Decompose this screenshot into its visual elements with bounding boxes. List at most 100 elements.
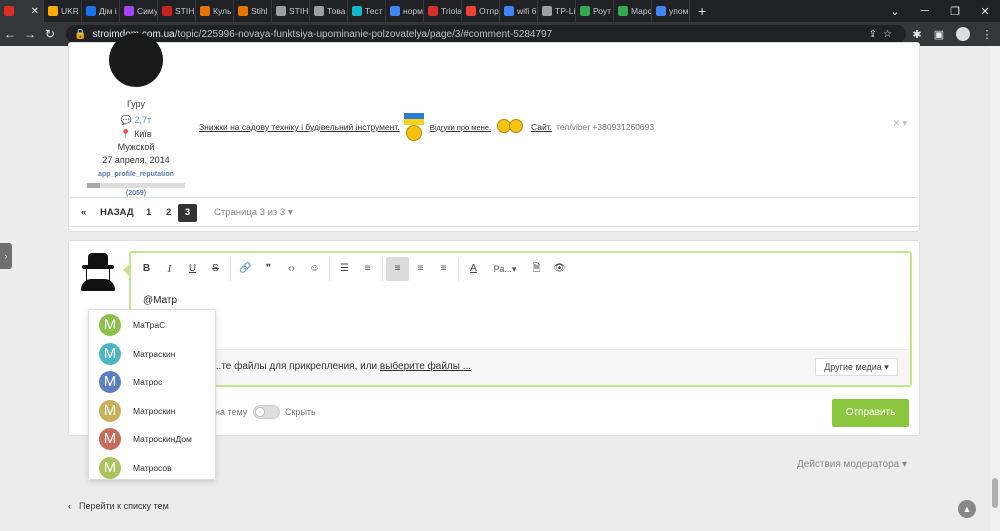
browser-tab[interactable]: STIH (272, 0, 310, 22)
close-window-button[interactable]: ✕ (970, 5, 1000, 18)
browser-tab[interactable]: Тест (348, 0, 386, 22)
reload-icon[interactable]: ↻ (40, 27, 60, 41)
signature-discount-link[interactable]: Знижки на садову техніку і будівельний і… (199, 122, 400, 132)
signature-close-icon[interactable]: ✕ ▾ (892, 118, 907, 129)
tab-favicon-icon (314, 6, 324, 16)
prev-arrow-link[interactable]: « (81, 198, 86, 228)
numbered-list-icon[interactable]: ≡ (356, 257, 379, 281)
browser-tab[interactable]: норм (386, 0, 424, 22)
align-center-icon[interactable]: ≡ (409, 257, 432, 281)
tab-favicon-icon (580, 6, 590, 16)
editor-content[interactable]: @Матр (143, 295, 177, 306)
share-star-icons[interactable]: ⇪☆ (869, 29, 898, 40)
browser-tab[interactable]: Triola (424, 0, 462, 22)
browser-tab[interactable]: упом (652, 0, 690, 22)
browser-tab[interactable]: wifi 6 (500, 0, 538, 22)
side-panel-toggle-icon[interactable]: › (0, 243, 12, 269)
minimize-button[interactable]: ─ (910, 5, 940, 18)
browser-tab[interactable]: Куль (196, 0, 234, 22)
bulleted-list-icon[interactable]: ☰ (333, 257, 356, 281)
font-size-dropdown[interactable]: Ра...▾ (485, 257, 525, 281)
moderator-actions-dropdown[interactable]: Действия модератора ▾ (797, 459, 907, 470)
underline-button[interactable]: U (181, 257, 204, 281)
tab-favicon-icon (390, 6, 400, 16)
code-icon[interactable]: ‹› (280, 257, 303, 281)
tab-favicon-icon (124, 6, 134, 16)
browser-tab[interactable]: Stihl (234, 0, 272, 22)
signature-reviews-link[interactable]: Відгуки про мене. (430, 123, 491, 132)
mention-suggestion[interactable]: M Матроскин (89, 397, 215, 425)
tab-search-icon[interactable]: ⌄ (880, 5, 910, 18)
document-preview-icon[interactable]: 🗎 (525, 257, 548, 281)
page-current-3[interactable]: 3 (178, 204, 197, 222)
back-to-topics-link[interactable]: ‹ Перейти к списку тем (68, 501, 169, 511)
italic-button[interactable]: I (158, 257, 181, 281)
rich-text-editor[interactable]: B I U S 🔗 ❞ ‹› ☺ ☰ ≡ ≡ ≡ ≡ A Ра...▾ 🗎 👁 … (123, 251, 912, 387)
mention-suggestion[interactable]: M МатроскинДом (89, 425, 215, 453)
hide-toggle[interactable] (253, 405, 280, 419)
bold-button[interactable]: B (135, 257, 158, 281)
menu-icon[interactable]: ⋮ (976, 28, 998, 41)
page-scrollbar[interactable] (990, 46, 1000, 531)
mention-avatar: M (99, 314, 121, 336)
page-jump-dropdown[interactable]: Страница 3 из 3 ▾ (214, 198, 293, 228)
browser-tab[interactable]: Роут (576, 0, 614, 22)
browser-tab[interactable]: TP-Li (538, 0, 576, 22)
back-icon[interactable]: ← (0, 27, 20, 41)
tab-strip: ✕ UKR Дім і Симу STIH Куль Stihl STIH Това Тест но… (0, 0, 690, 22)
window-controls: ⌄ ─ ❐ ✕ (880, 5, 1000, 18)
mention-suggestion[interactable]: M Матросов (89, 454, 215, 482)
attachment-hint-text: ...те файлы для прикрепления, или (213, 361, 380, 372)
new-tab-button[interactable]: + (690, 3, 714, 19)
submit-button[interactable]: Отправить (832, 399, 909, 427)
mention-suggestion[interactable]: M Матрос (89, 368, 215, 396)
browser-tab[interactable]: Марс (614, 0, 652, 22)
mention-suggestion[interactable]: M МаТраС (89, 311, 215, 339)
toolbar-divider (230, 257, 231, 281)
page-link-1[interactable]: 1 (146, 198, 151, 228)
sidebar-icon[interactable]: ▣ (928, 28, 950, 41)
forward-icon[interactable]: → (20, 27, 40, 41)
extensions-icon[interactable]: ✱ (906, 28, 928, 41)
signature-site-link[interactable]: Сайт. (531, 122, 552, 132)
page-link-2[interactable]: 2 (166, 198, 171, 228)
align-left-icon[interactable]: ≡ (386, 257, 409, 281)
choose-files-link[interactable]: выберите файлы ... (380, 361, 471, 372)
browser-tab[interactable]: Симу (120, 0, 158, 22)
browser-tab[interactable]: UKR (44, 0, 82, 22)
browser-tab[interactable]: Отпр (462, 0, 500, 22)
scroll-to-top-icon[interactable]: ▲ (958, 500, 976, 518)
quote-icon[interactable]: ❞ (257, 257, 280, 281)
link-icon[interactable]: 🔗 (234, 257, 257, 281)
align-right-icon[interactable]: ≡ (432, 257, 455, 281)
url-input[interactable]: 🔒 stroimdom.com.ua /topic/225996-novaya-… (66, 25, 906, 43)
mention-avatar: M (99, 428, 121, 450)
other-media-button[interactable]: Другие медиа ▾ (815, 358, 898, 376)
tab-close-icon[interactable]: ✕ (31, 6, 39, 17)
current-user-avatar (79, 251, 117, 291)
emoji-icon[interactable]: ☺ (303, 257, 326, 281)
browser-tab[interactable]: Това (310, 0, 348, 22)
mention-avatar: M (99, 342, 121, 365)
author-post-count[interactable]: 💬 2,7т (69, 115, 203, 126)
toolbar-divider (382, 257, 383, 281)
text-color-icon[interactable]: A (462, 257, 485, 281)
tab-favicon-icon (4, 6, 14, 16)
browser-tab[interactable]: ✕ (0, 0, 44, 22)
preview-eye-icon[interactable]: 👁 (548, 257, 571, 281)
author-avatar[interactable] (109, 33, 163, 87)
maximize-button[interactable]: ❐ (940, 5, 970, 18)
tab-label: Тест (365, 6, 383, 16)
follow-topic-label: на тему (215, 407, 248, 417)
url-path: /topic/225996-novaya-funktsiya-upominani… (174, 28, 553, 40)
mention-autocomplete-dropdown: M МаТраС M Матраскин M Матрос M Матроскин M Матро… (88, 309, 216, 480)
back-page-link[interactable]: НАЗАД (100, 198, 134, 228)
toolbar-divider (329, 257, 330, 281)
browser-tab[interactable]: STIH (158, 0, 196, 22)
strikethrough-button[interactable]: S (204, 257, 227, 281)
profile-avatar[interactable] (956, 27, 970, 41)
browser-tab[interactable]: Дім і (82, 0, 120, 22)
scrollbar-thumb[interactable] (992, 478, 998, 508)
mention-suggestion[interactable]: M Матраскин (89, 340, 215, 368)
author-city: 📍 Київ (120, 129, 152, 139)
